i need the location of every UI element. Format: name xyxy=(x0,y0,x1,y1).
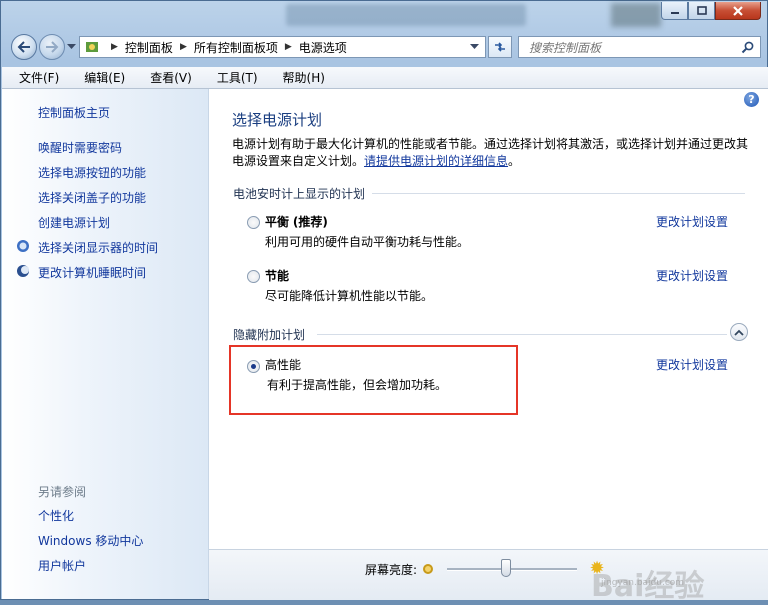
minimize-icon xyxy=(670,11,679,14)
group-label-hidden-plans: 隐藏附加计划 xyxy=(233,328,306,342)
plan-desc-balanced: 利用可用的硬件自动平衡功耗与性能。 xyxy=(265,235,470,249)
help-icon[interactable]: ? xyxy=(744,92,759,107)
plan-title: 平衡 xyxy=(265,215,290,229)
see-also-user-accounts[interactable]: 用户帐户 xyxy=(38,557,86,574)
change-plan-settings-link[interactable]: 更改计划设置 xyxy=(656,356,728,373)
group-divider xyxy=(372,193,745,194)
background-window-blur xyxy=(611,3,661,27)
close-button[interactable] xyxy=(715,2,761,20)
change-plan-settings-link[interactable]: 更改计划设置 xyxy=(656,267,728,284)
plan-recommended-tag: (推荐) xyxy=(292,215,328,229)
caption-buttons xyxy=(661,2,761,20)
brightness-label: 屏幕亮度: xyxy=(365,563,418,577)
breadcrumb-separator-icon[interactable]: ▶ xyxy=(285,42,292,52)
search-icon[interactable] xyxy=(741,41,754,54)
forward-button[interactable] xyxy=(39,34,65,60)
plan-details-link[interactable]: 请提供电源计划的详细信息 xyxy=(364,154,508,168)
breadcrumb-separator-icon[interactable]: ▶ xyxy=(111,42,118,52)
highlight-annotation-box xyxy=(229,345,518,415)
search-box[interactable] xyxy=(518,36,761,58)
back-arrow-icon xyxy=(17,41,30,53)
sidebar-item-display-off[interactable]: 选择关闭显示器的时间 xyxy=(38,239,158,256)
brightness-footer: 屏幕亮度: ✹ Bai经验 jingyan.baidu.com xyxy=(209,549,768,604)
address-row: ▶ 控制面板 ▶ 所有控制面板项 ▶ 电源选项 xyxy=(1,32,767,64)
sleep-moon-icon xyxy=(17,265,29,277)
monitor-time-icon xyxy=(17,240,29,252)
control-panel-window: ▶ 控制面板 ▶ 所有控制面板项 ▶ 电源选项 文件(F) 编辑(E) 查看(V… xyxy=(0,0,768,604)
title-bar xyxy=(1,1,767,29)
minimize-button[interactable] xyxy=(661,2,688,20)
search-input[interactable] xyxy=(527,38,731,58)
plan-desc-power-saver: 尽可能降低计算机性能以节能。 xyxy=(265,289,434,303)
menu-edit[interactable]: 编辑(E) xyxy=(68,69,134,86)
group-divider xyxy=(317,334,727,335)
plan-radio-balanced[interactable] xyxy=(247,216,260,229)
plan-title: 节能 xyxy=(265,269,290,283)
plan-name-balanced[interactable]: 平衡 (推荐) xyxy=(265,213,328,230)
control-panel-icon xyxy=(86,42,98,52)
maximize-button[interactable] xyxy=(688,2,715,20)
sidebar-item-lid-close[interactable]: 选择关闭盖子的功能 xyxy=(38,189,146,206)
dim-brightness-icon xyxy=(423,564,433,574)
sidebar-item-wake-password[interactable]: 唤醒时需要密码 xyxy=(38,139,122,156)
see-also-personalization[interactable]: 个性化 xyxy=(38,507,74,524)
brightness-slider-track[interactable] xyxy=(447,568,577,571)
menu-bar: 文件(F) 编辑(E) 查看(V) 工具(T) 帮助(H) xyxy=(2,67,768,89)
see-also-mobility-center[interactable]: Windows 移动中心 xyxy=(38,532,143,549)
collapse-hidden-plans-button[interactable] xyxy=(730,323,748,341)
description-end: 。 xyxy=(508,154,521,168)
breadcrumb-all-items[interactable]: 所有控制面板项 xyxy=(194,39,278,56)
maximize-icon xyxy=(696,6,707,15)
address-dropdown-icon[interactable] xyxy=(470,44,479,50)
menu-view[interactable]: 查看(V) xyxy=(134,69,201,86)
sidebar-item-power-button[interactable]: 选择电源按钮的功能 xyxy=(38,164,146,181)
page-description: 电源计划有助于最大化计算机的性能或者节能。通过选择计划将其激活，或选择计划并通过… xyxy=(232,136,752,170)
breadcrumb-control-panel[interactable]: 控制面板 xyxy=(125,39,173,56)
page-title: 选择电源计划 xyxy=(232,111,323,129)
refresh-icon xyxy=(495,42,505,52)
breadcrumb-separator-icon[interactable]: ▶ xyxy=(180,42,187,52)
chevron-up-icon xyxy=(734,329,744,336)
menu-file[interactable]: 文件(F) xyxy=(2,69,68,86)
close-icon xyxy=(733,5,743,16)
breadcrumb-power-options[interactable]: 电源选项 xyxy=(299,39,347,56)
menu-tools[interactable]: 工具(T) xyxy=(201,69,267,86)
refresh-button[interactable] xyxy=(488,36,512,58)
sidebar-item-create-plan[interactable]: 创建电源计划 xyxy=(38,214,110,231)
task-sidebar: 控制面板主页 唤醒时需要密码 选择电源按钮的功能 选择关闭盖子的功能 创建电源计… xyxy=(2,89,209,599)
menu-help[interactable]: 帮助(H) xyxy=(267,69,334,86)
watermark-url: jingyan.baidu.com xyxy=(601,578,685,588)
address-bar[interactable]: ▶ 控制面板 ▶ 所有控制面板项 ▶ 电源选项 xyxy=(79,36,486,58)
change-plan-settings-link[interactable]: 更改计划设置 xyxy=(656,213,728,230)
forward-arrow-icon xyxy=(46,41,59,53)
see-also-title: 另请参阅 xyxy=(38,485,87,499)
sidebar-item-sleep-time[interactable]: 更改计算机睡眠时间 xyxy=(38,264,146,281)
brightness-slider-thumb[interactable] xyxy=(500,559,511,577)
plan-radio-power-saver[interactable] xyxy=(247,270,260,283)
back-button[interactable] xyxy=(11,34,37,60)
sidebar-control-panel-home[interactable]: 控制面板主页 xyxy=(38,104,110,121)
main-content: ? 选择电源计划 电源计划有助于最大化计算机的性能或者节能。通过选择计划将其激活… xyxy=(209,89,768,549)
background-window-blur xyxy=(286,4,526,26)
group-label-battery-meter: 电池安时计上显示的计划 xyxy=(233,187,366,201)
recent-pages-dropdown-icon[interactable] xyxy=(67,44,76,50)
plan-name-power-saver[interactable]: 节能 xyxy=(265,267,289,284)
